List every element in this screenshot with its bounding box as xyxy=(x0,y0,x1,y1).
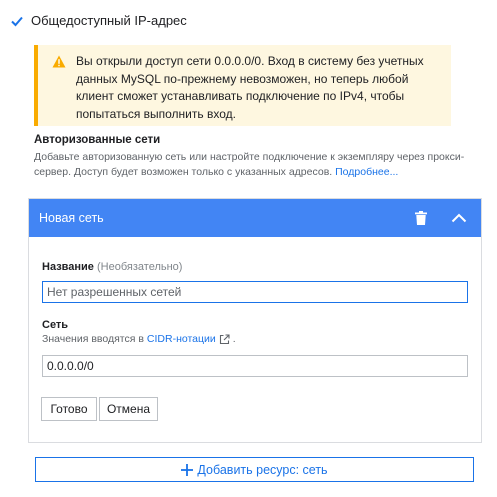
warning-text: Вы открыли доступ сети 0.0.0.0/0. Вход в… xyxy=(76,54,424,121)
cancel-button[interactable]: Отмена xyxy=(99,397,158,421)
public-ip-row[interactable]: Общедоступный IP-адрес xyxy=(10,13,187,28)
public-ip-checkbox[interactable] xyxy=(10,14,24,28)
cidr-notation-link[interactable]: CIDR-нотации xyxy=(147,333,216,345)
learn-more-link[interactable]: Подробнее... xyxy=(335,166,398,178)
delete-network-button[interactable] xyxy=(409,206,433,230)
authorized-networks-title: Авторизованные сети xyxy=(34,134,161,146)
new-network-header[interactable]: Новая сеть xyxy=(29,199,481,237)
name-field-label: Название (Необязательно) xyxy=(42,261,182,273)
open-network-warning: Вы открыли доступ сети 0.0.0.0/0. Вход в… xyxy=(34,45,451,126)
name-label: Название xyxy=(42,261,94,273)
chevron-up-icon xyxy=(451,213,467,223)
authorized-networks-description: Добавьте авторизованную сеть или настрой… xyxy=(34,150,474,180)
network-label: Сеть xyxy=(42,319,69,331)
network-name-input[interactable] xyxy=(42,281,468,303)
done-button[interactable]: Готово xyxy=(41,397,97,421)
external-link-icon xyxy=(219,333,230,344)
add-network-label: Добавить ресурс: сеть xyxy=(197,462,328,477)
network-hint: Значения вводятся в CIDR-нотации . xyxy=(42,333,236,345)
plus-icon xyxy=(181,463,194,476)
network-cidr-input[interactable] xyxy=(42,355,468,377)
add-network-button[interactable]: Добавить ресурс: сеть xyxy=(35,457,474,482)
checkmark-icon xyxy=(11,16,23,26)
public-ip-label: Общедоступный IP-адрес xyxy=(31,13,187,28)
new-network-panel: Новая сеть Название (Необязательно) Сеть… xyxy=(28,198,482,443)
warning-icon xyxy=(52,55,66,118)
network-field-label: Сеть xyxy=(42,319,68,331)
network-hint-prefix: Значения вводятся в xyxy=(42,333,144,345)
trash-icon xyxy=(415,211,427,225)
name-optional-label: (Необязательно) xyxy=(97,261,183,273)
new-network-title: Новая сеть xyxy=(39,211,104,225)
network-hint-suffix: . xyxy=(232,333,236,345)
authorized-networks-text: Добавьте авторизованную сеть или настрой… xyxy=(34,151,465,178)
collapse-button[interactable] xyxy=(447,206,471,230)
